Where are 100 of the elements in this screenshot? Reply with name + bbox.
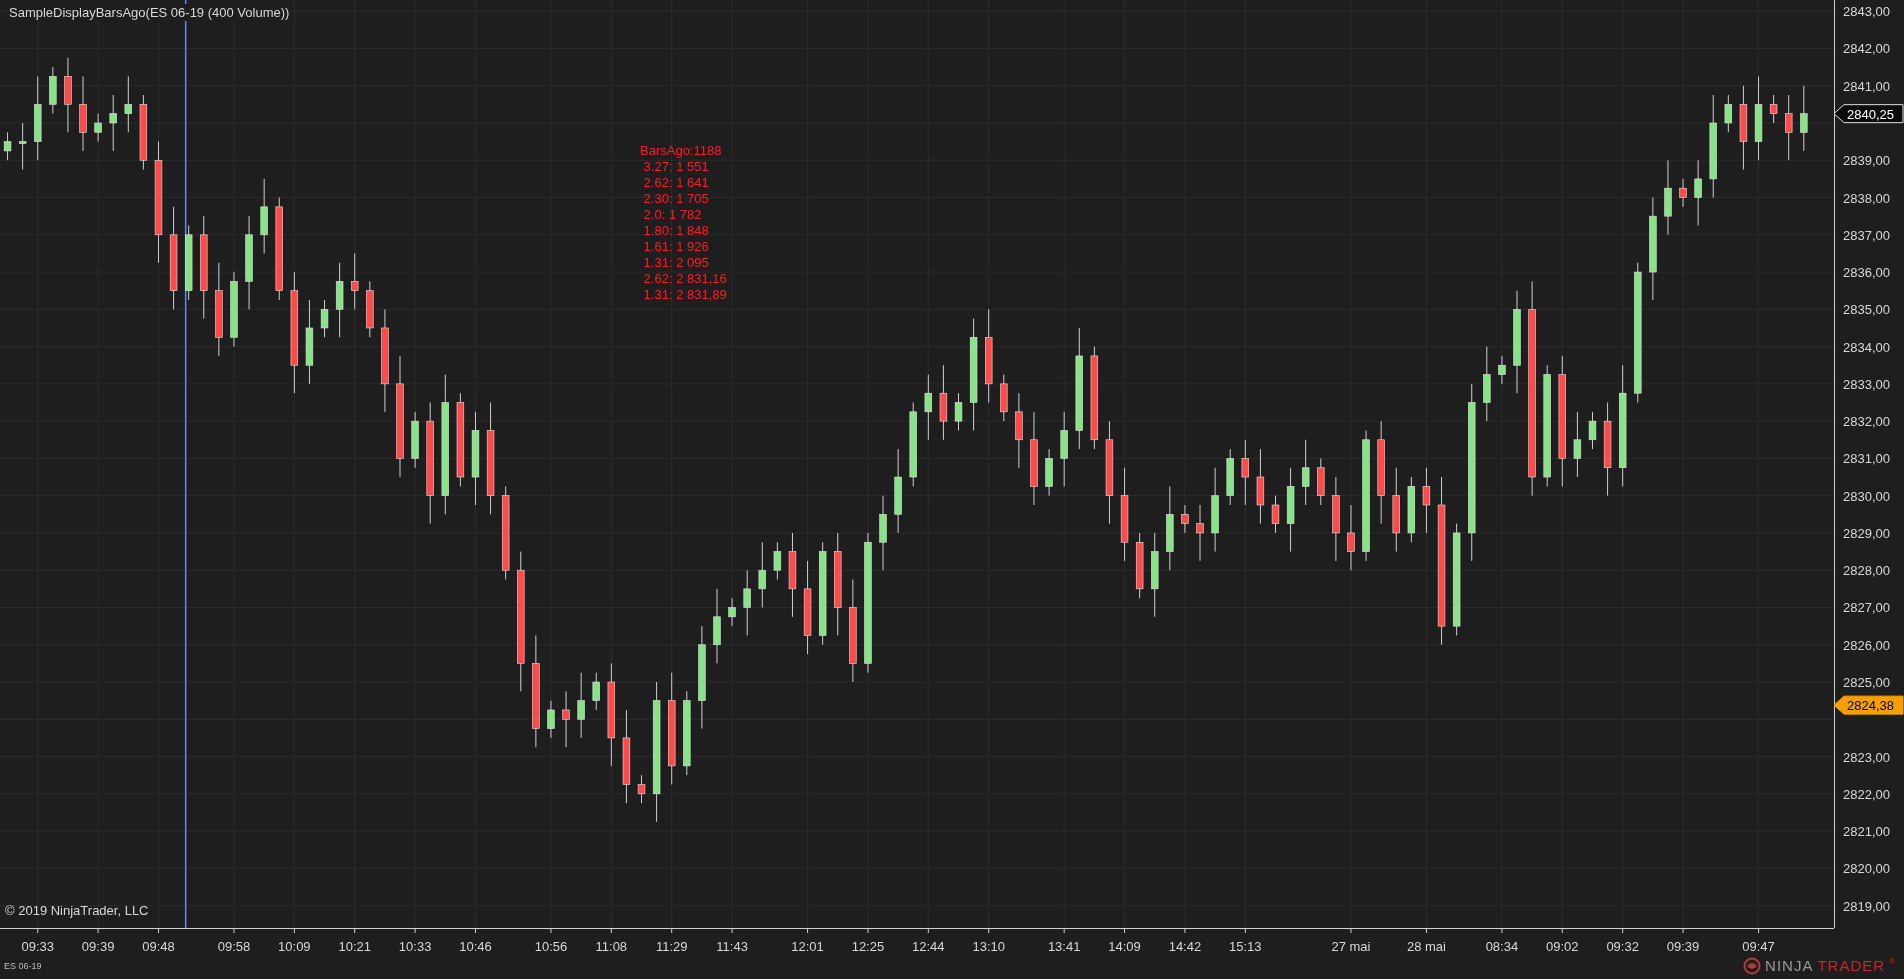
y-axis-label: 2826,00 [1843,637,1890,653]
candle [1769,94,1778,124]
x-tick-label: 10:56 [534,939,568,954]
x-axis-label: 10:56 [534,927,568,952]
logo-icon [1743,956,1762,975]
y-axis-label: 2836,00 [1843,265,1890,281]
candle [1679,178,1687,208]
y-axis-label: 2842,00 [1843,41,1890,57]
candle [49,66,57,115]
candle [1045,448,1053,497]
x-tick-label: 09:47 [1742,939,1775,954]
logo-text: NINJA [1765,957,1814,974]
x-axis-label: 09:32 [1606,927,1639,952]
x-axis-label: 12:25 [851,927,885,952]
y-axis-label: 2831,00 [1843,451,1890,467]
x-axis-label: 09:58 [217,927,251,952]
overlay-text: BarsAgo:1188 [640,143,723,159]
price-tag: 2840,25 [1833,104,1904,124]
y-axis-label: 2838,00 [1843,190,1890,206]
x-tick-label: 10:21 [338,939,371,954]
candle [758,541,766,608]
candle [1694,159,1702,226]
x-tick-label: 12:25 [851,939,885,954]
x-axis-label: 09:39 [81,927,115,952]
x-tick-label: 27 mai [1331,939,1371,954]
logo-text: TRADER [1817,957,1886,974]
candle [773,541,782,581]
x-tick-label: 11:08 [595,939,628,954]
x-axis-label: 13:41 [1047,927,1081,952]
x-tick-label: 09:39 [81,939,115,954]
x-tick-label: 09:32 [1606,939,1639,954]
candle [1422,467,1431,534]
candle [743,569,751,636]
price-tag: 2824,38 [1833,695,1904,715]
x-axis-label: 11:29 [655,927,688,952]
y-axis-label: 2839,00 [1843,153,1890,169]
candle [1347,504,1355,571]
x-axis-label: 08:34 [1485,927,1519,952]
x-axis-label: 12:01 [791,927,824,952]
x-axis-label: 27 mai [1331,927,1371,952]
x-axis-label: 11:08 [595,927,628,952]
y-axis-label: 2821,00 [1843,824,1890,840]
y-axis-label: 2825,00 [1843,675,1890,690]
candle [1135,532,1144,599]
y-axis-label: 2828,00 [1843,563,1890,579]
x-tick-label: 09:02 [1546,939,1579,954]
overlay-text: 1.80: 1 848 [642,223,710,239]
candle [366,280,374,338]
y-axis-label: 2832,00 [1843,414,1890,430]
copyright-text: © 2019 NinjaTrader, LLC [5,903,149,918]
x-tick-label: 14:09 [1108,939,1141,954]
candle [411,411,419,469]
candle [1785,94,1793,161]
candle [1724,94,1733,133]
x-axis-label: 10:09 [278,927,311,952]
x-tick-label: 11:29 [655,939,688,954]
y-axis-label: 2822,00 [1843,786,1890,802]
candle [94,113,102,143]
x-axis-label: 10:46 [459,927,492,952]
candle [1302,439,1310,506]
x-axis-label: 09:33 [21,927,54,952]
candle [3,131,12,161]
x-tick-label: 12:01 [791,939,824,954]
candle [728,597,736,627]
overlay-text: 1.31: 2 831,89 [642,287,727,303]
candle [18,122,27,171]
x-tick-label: 08:34 [1485,939,1519,954]
y-axis-label: 2833,00 [1843,376,1890,392]
x-axis-label: 09:48 [142,927,175,952]
chart-title: SampleDisplayBarsAgo(ES 06-19 (400 Volume)) [7,4,292,21]
x-tick-label: 13:10 [972,939,1005,954]
candle [954,392,963,431]
candle [1800,85,1808,152]
x-tick-label: 14:42 [1168,939,1202,954]
x-tick-label: 09:39 [1666,939,1700,954]
candle [1226,448,1234,506]
candle [1241,439,1249,506]
y-axis-label: 2820,00 [1843,861,1890,877]
x-tick-label: 09:58 [217,939,251,954]
candle [320,299,329,338]
x-axis-label: 15:13 [1229,927,1262,952]
x-axis-label: 13:10 [972,927,1005,952]
x-tick-label: 10:33 [398,939,432,954]
x-tick-label: 10:09 [278,939,311,954]
x-axis-label: 10:33 [398,927,432,952]
x-axis-label: 11:43 [716,927,748,952]
registered-mark: ® [1889,956,1896,966]
overlay-text: 2.62: 1 641 [642,175,710,191]
x-axis-label: 12:44 [912,927,945,952]
x-axis-label: 28 mai [1406,927,1446,952]
overlay-text: 2.62: 2 831,16 [642,271,727,287]
candle [1000,374,1008,422]
x-axis-label: 14:09 [1108,927,1141,952]
candle [1181,504,1189,534]
candle [1271,495,1280,534]
overlay-text: 3.27: 1 551 [642,159,710,175]
x-tick-label: 11:43 [716,939,748,954]
y-axis-label: 2837,00 [1843,227,1890,243]
candle [1407,476,1416,543]
x-tick-label: 09:33 [21,939,55,954]
